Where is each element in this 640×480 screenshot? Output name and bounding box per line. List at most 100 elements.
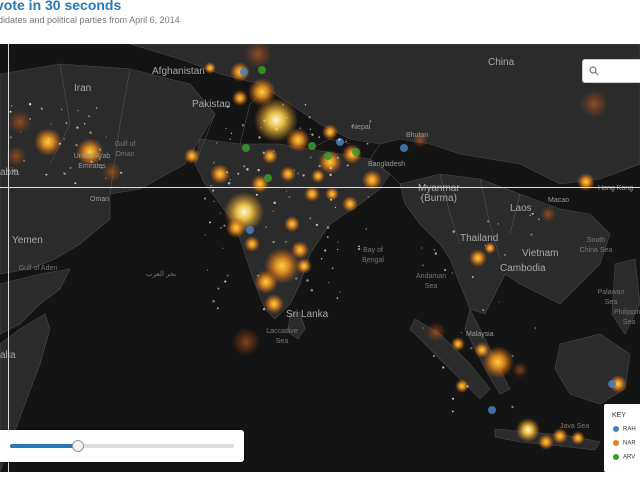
city-dot bbox=[58, 142, 61, 145]
city-dot bbox=[328, 282, 330, 284]
land-borneo bbox=[554, 333, 631, 405]
city-dot bbox=[442, 366, 445, 369]
city-dot bbox=[227, 182, 231, 185]
vote-glow bbox=[311, 169, 325, 183]
label-gulf-of-aden: Gulf of Aden bbox=[18, 265, 58, 272]
timeline-slider-track[interactable] bbox=[10, 440, 234, 452]
city-dot bbox=[29, 117, 32, 120]
vote-glow bbox=[204, 62, 216, 74]
city-dot bbox=[50, 123, 52, 125]
city-dot bbox=[212, 189, 215, 192]
party-marker bbox=[324, 152, 332, 160]
city-dot bbox=[285, 190, 287, 192]
label-bay-of-bengal: Bay of Bengal bbox=[362, 247, 384, 264]
vote-glow bbox=[571, 431, 585, 445]
party-marker bbox=[246, 226, 254, 234]
city-dot bbox=[272, 210, 275, 212]
city-dot bbox=[336, 156, 339, 159]
city-dot bbox=[281, 262, 283, 264]
city-dot bbox=[88, 115, 91, 118]
city-dot bbox=[339, 291, 341, 293]
city-dot bbox=[216, 307, 219, 310]
city-dot bbox=[471, 276, 474, 278]
city-dot bbox=[219, 212, 222, 214]
label-philippine-sea: Philippine Sea bbox=[614, 309, 640, 326]
city-dot bbox=[534, 327, 537, 329]
city-dot bbox=[529, 214, 531, 216]
city-dot bbox=[452, 397, 455, 400]
search-box[interactable] bbox=[582, 59, 640, 83]
city-dot bbox=[95, 107, 98, 109]
city-dot bbox=[11, 105, 13, 107]
city-dot bbox=[241, 124, 245, 127]
city-dot bbox=[315, 223, 318, 226]
city-dot bbox=[288, 196, 291, 199]
vote-glow bbox=[6, 146, 26, 166]
page-subtitle: didates and political parties from April… bbox=[0, 15, 180, 25]
city-dot bbox=[262, 151, 265, 154]
city-dot bbox=[77, 110, 79, 112]
vote-glow bbox=[280, 166, 296, 182]
legend-dot-green bbox=[613, 454, 619, 460]
city-dot bbox=[294, 169, 296, 171]
vote-glow bbox=[34, 128, 62, 156]
city-dot bbox=[255, 193, 258, 196]
legend-dot-orange bbox=[613, 440, 619, 446]
city-dot bbox=[212, 161, 215, 164]
label-bhutan: Bhutan bbox=[406, 132, 429, 139]
city-dot bbox=[295, 245, 297, 247]
party-marker bbox=[608, 380, 616, 388]
label-vietnam: Vietnam bbox=[522, 248, 559, 259]
vote-glow bbox=[512, 362, 528, 378]
city-dot bbox=[324, 249, 327, 252]
timeline-slider-thumb[interactable] bbox=[72, 440, 85, 452]
city-dot bbox=[297, 172, 299, 175]
vote-glow bbox=[516, 418, 540, 442]
vote-glow bbox=[577, 173, 595, 191]
city-dot bbox=[89, 131, 92, 134]
legend-label-nar: NAR bbox=[623, 440, 636, 447]
city-dot bbox=[23, 159, 26, 162]
label-macao: Macao bbox=[548, 197, 570, 204]
city-dot bbox=[208, 221, 212, 224]
city-dot bbox=[63, 172, 65, 174]
timeline-slider-panel bbox=[0, 430, 244, 462]
city-dot bbox=[309, 156, 312, 159]
city-dot bbox=[258, 136, 261, 139]
city-dot bbox=[329, 166, 333, 170]
city-dot bbox=[337, 241, 339, 243]
vote-glow bbox=[304, 186, 320, 202]
vote-glow bbox=[322, 124, 338, 140]
city-dot bbox=[497, 223, 499, 225]
label-oman: Oman bbox=[90, 196, 110, 203]
city-dot bbox=[531, 212, 534, 215]
city-dot bbox=[229, 138, 231, 140]
city-dot bbox=[466, 385, 469, 388]
city-dot bbox=[75, 144, 78, 147]
label-malaysia: Malaysia bbox=[466, 331, 494, 338]
city-dot bbox=[433, 355, 435, 357]
legend-item-arv: ARV bbox=[613, 454, 635, 461]
legend-label-rah: RAH bbox=[623, 426, 636, 433]
city-dot bbox=[237, 172, 240, 175]
city-dot bbox=[451, 272, 453, 274]
city-dot bbox=[295, 277, 298, 280]
city-dot bbox=[326, 226, 330, 229]
city-dot bbox=[98, 148, 102, 151]
vote-glow bbox=[469, 249, 487, 267]
city-dot bbox=[275, 128, 278, 131]
city-dot bbox=[257, 168, 260, 172]
vote-glow bbox=[254, 270, 278, 294]
city-dot bbox=[421, 247, 423, 249]
city-dot bbox=[207, 269, 209, 271]
vote-glow bbox=[262, 148, 278, 164]
party-marker bbox=[258, 66, 266, 74]
city-dot bbox=[538, 218, 540, 221]
map-canvas[interactable]: China Afghanistan Iran Pakistan Nepal Bh… bbox=[0, 44, 640, 472]
city-dot bbox=[334, 206, 337, 209]
city-dot bbox=[217, 287, 220, 290]
label-laccadive-sea: Laccadive Sea bbox=[266, 328, 298, 345]
city-dot bbox=[74, 182, 77, 185]
city-dot bbox=[120, 171, 123, 174]
city-dot bbox=[433, 248, 436, 251]
